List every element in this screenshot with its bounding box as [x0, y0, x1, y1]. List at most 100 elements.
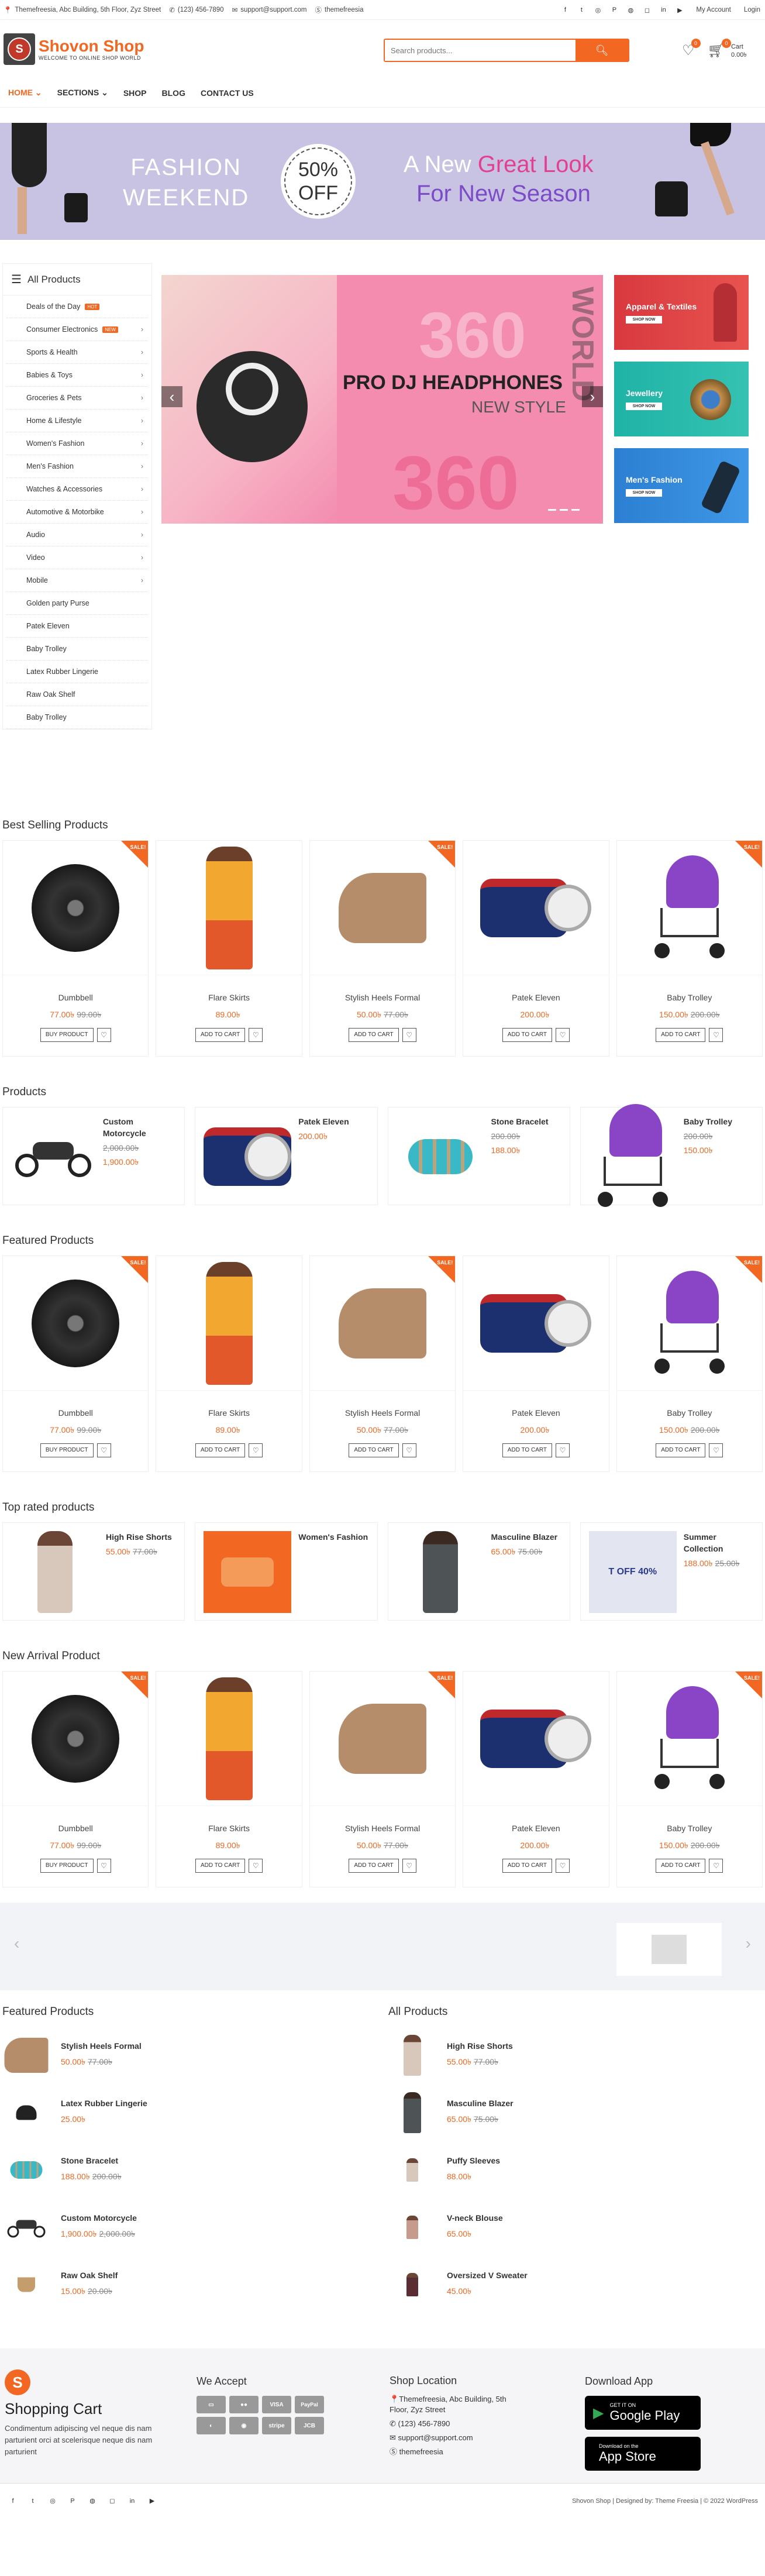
- app-store-button[interactable]: Download on the App Store: [585, 2437, 701, 2471]
- product-name[interactable]: Patek Eleven: [463, 1824, 608, 1833]
- product-thumb[interactable]: [2, 2031, 50, 2079]
- product-thumb[interactable]: [388, 2146, 436, 2194]
- list-item[interactable]: V-neck Blouse 65.00৳: [388, 2199, 763, 2256]
- twitter-icon[interactable]: t: [576, 4, 587, 16]
- product-image[interactable]: [11, 1116, 96, 1198]
- globe-icon[interactable]: ◍: [87, 2495, 98, 2507]
- add-to-cart-button[interactable]: ADD TO CART: [502, 1859, 553, 1873]
- product-name[interactable]: Puffy Sleeves: [447, 2156, 500, 2165]
- sidebar-item[interactable]: Video ›: [6, 546, 148, 569]
- sidebar-item[interactable]: Groceries & Pets ›: [6, 387, 148, 410]
- wishlist-heart-icon[interactable]: ♡: [97, 1443, 111, 1457]
- sidebar-item[interactable]: Mobile ›: [6, 569, 148, 592]
- wishlist-heart-icon[interactable]: ♡: [249, 1443, 263, 1457]
- product-name[interactable]: Flare Skirts: [156, 1408, 301, 1418]
- wishlist-heart-icon[interactable]: ♡: [249, 1028, 263, 1042]
- product-name[interactable]: Baby Trolley: [617, 1824, 762, 1833]
- product-card[interactable]: High Rise Shorts 55.00৳ 77.00৳: [2, 1522, 185, 1621]
- instagram-icon[interactable]: ◻: [106, 2495, 118, 2507]
- ad-jewellery[interactable]: Jewellery SHOP NOW: [614, 362, 749, 436]
- globe-icon[interactable]: ◍: [625, 4, 636, 16]
- list-item[interactable]: Masculine Blazer 65.00৳ 75.00৳: [388, 2084, 763, 2141]
- twitter-icon[interactable]: t: [27, 2495, 39, 2507]
- footer-email[interactable]: support@support.com: [398, 2433, 473, 2442]
- slider-next-button[interactable]: ›: [582, 386, 603, 407]
- product-name[interactable]: Stone Bracelet: [491, 1116, 549, 1127]
- wishlist-heart-icon[interactable]: ♡: [556, 1859, 570, 1873]
- youtube-icon[interactable]: ▶: [146, 2495, 158, 2507]
- youtube-icon[interactable]: ▶: [674, 4, 685, 16]
- pinterest-icon[interactable]: P: [608, 4, 620, 16]
- product-image[interactable]: [156, 841, 302, 975]
- wishlist-heart-icon[interactable]: ♡: [249, 1859, 263, 1873]
- product-name[interactable]: Stylish Heels Formal: [310, 993, 455, 1002]
- add-to-cart-button[interactable]: ADD TO CART: [656, 1859, 706, 1873]
- list-item[interactable]: Custom Motorcycle 1,900.00৳ 2,000.00৳: [2, 2199, 388, 2256]
- skype-text[interactable]: themefreesia: [325, 6, 363, 13]
- product-name[interactable]: Baby Trolley: [684, 1116, 732, 1127]
- nav-blog[interactable]: BLOG: [162, 88, 185, 98]
- sidebar-item[interactable]: Baby Trolley: [6, 706, 148, 729]
- add-to-cart-button[interactable]: BUY PRODUCT: [40, 1859, 94, 1873]
- product-thumb[interactable]: [388, 2203, 436, 2251]
- skype-info[interactable]: Ⓢthemefreesia: [315, 5, 364, 15]
- product-name[interactable]: Latex Rubber Lingerie: [61, 2099, 147, 2108]
- sidebar-item[interactable]: Men's Fashion ›: [6, 455, 148, 478]
- nav-contact[interactable]: CONTACT US: [201, 88, 254, 98]
- carousel-next-icon[interactable]: ›: [746, 1934, 751, 1953]
- list-item[interactable]: Oversized V Sweater 45.00৳: [388, 2256, 763, 2313]
- product-name[interactable]: Dumbbell: [3, 993, 148, 1002]
- sidebar-item[interactable]: Home & Lifestyle ›: [6, 410, 148, 432]
- wishlist-heart-icon[interactable]: ♡: [97, 1028, 111, 1042]
- product-name[interactable]: Stylish Heels Formal: [310, 1824, 455, 1833]
- hero-slider[interactable]: 360 360 DIGITAL WORLD PRO DJ HEADPHONES …: [161, 275, 603, 524]
- carousel-prev-icon[interactable]: ‹: [14, 1934, 19, 1953]
- product-name[interactable]: Stylish Heels Formal: [310, 1408, 455, 1418]
- add-to-cart-button[interactable]: ADD TO CART: [656, 1028, 706, 1042]
- list-item[interactable]: Stone Bracelet 188.00৳ 200.00৳: [2, 2141, 388, 2199]
- ad-apparel[interactable]: Apparel & Textiles SHOP NOW: [614, 275, 749, 350]
- email-info[interactable]: ✉ support@support.com: [232, 6, 307, 14]
- product-card[interactable]: Women's Fashion: [195, 1522, 378, 1621]
- instagram-icon[interactable]: ◻: [641, 4, 653, 16]
- sidebar-item[interactable]: Watches & Accessories ›: [6, 478, 148, 501]
- google-play-button[interactable]: ▶ GET IT ON Google Play: [585, 2396, 701, 2430]
- ad-apparel-button[interactable]: SHOP NOW: [626, 315, 662, 324]
- wishlist-heart-icon[interactable]: ♡: [709, 1859, 723, 1873]
- product-image[interactable]: T OFF 40%: [588, 1531, 677, 1613]
- ad-jewellery-button[interactable]: SHOP NOW: [626, 402, 662, 410]
- product-name[interactable]: Dumbbell: [3, 1824, 148, 1833]
- add-to-cart-button[interactable]: ADD TO CART: [502, 1028, 553, 1042]
- product-name[interactable]: Masculine Blazer: [491, 1531, 558, 1543]
- phone-info[interactable]: ✆ (123) 456-7890: [169, 6, 223, 14]
- ad-mens-fashion[interactable]: Men's Fashion SHOP NOW: [614, 448, 749, 523]
- product-name[interactable]: Patek Eleven: [298, 1116, 349, 1127]
- wishlist-heart-icon[interactable]: ♡: [556, 1443, 570, 1457]
- cart-summary[interactable]: Cart 0.00৳: [731, 43, 747, 59]
- cart-button[interactable]: 🛒︎ 0: [708, 39, 731, 59]
- product-card[interactable]: Masculine Blazer 65.00৳ 75.00৳: [387, 1522, 570, 1621]
- product-thumb[interactable]: [2, 2261, 50, 2309]
- product-name[interactable]: Stone Bracelet: [61, 2156, 122, 2165]
- product-card[interactable]: Patek Eleven 200.00৳ ADD TO CART ♡: [463, 1256, 609, 1472]
- product-card[interactable]: SALE! Stylish Heels Formal 50.00৳ 77.00৳ ADD…: [309, 1256, 456, 1472]
- wishlist-heart-icon[interactable]: ♡: [402, 1028, 416, 1042]
- slider-dots[interactable]: [548, 509, 580, 511]
- product-image[interactable]: [204, 1116, 292, 1198]
- product-card[interactable]: SALE! Baby Trolley 150.00৳ 200.00৳ ADD TO CA…: [616, 1256, 763, 1472]
- sidebar-item[interactable]: Consumer Electronics NEW ›: [6, 318, 148, 341]
- sidebar-item[interactable]: Latex Rubber Lingerie: [6, 661, 148, 683]
- product-card[interactable]: SALE! Dumbbell 77.00৳ 99.00৳ BUY PRODUCT ♡: [2, 1671, 149, 1887]
- product-name[interactable]: Baby Trolley: [617, 993, 762, 1002]
- email-text[interactable]: support@support.com: [240, 6, 306, 13]
- product-card[interactable]: Flare Skirts 89.00৳ ADD TO CART ♡: [156, 1671, 302, 1887]
- footer-phone[interactable]: (123) 456-7890: [398, 2419, 450, 2428]
- product-name[interactable]: Patek Eleven: [463, 1408, 608, 1418]
- product-name[interactable]: Stylish Heels Formal: [61, 2041, 142, 2051]
- sidebar-item[interactable]: Patek Eleven: [6, 615, 148, 638]
- search-button[interactable]: 🔍︎: [576, 40, 628, 61]
- product-image[interactable]: [463, 841, 609, 975]
- product-image[interactable]: [204, 1531, 292, 1613]
- facebook-icon[interactable]: f: [559, 4, 571, 16]
- product-thumb[interactable]: [2, 2146, 50, 2194]
